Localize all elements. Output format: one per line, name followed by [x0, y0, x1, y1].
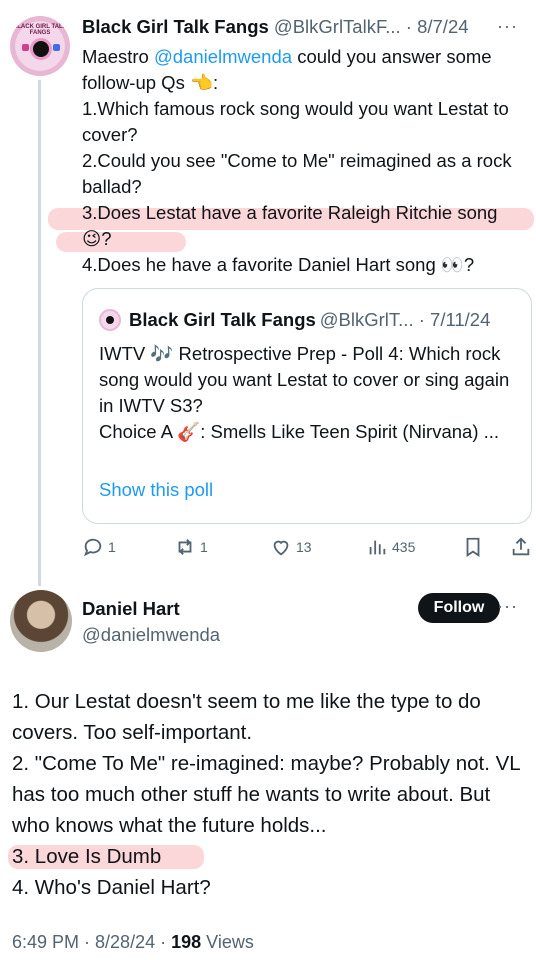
timestamp[interactable]: 6:49 PM · 8/28/24 ·: [12, 932, 171, 952]
like-icon: [273, 540, 289, 556]
tweet-header: Black Girl Talk Fangs @BlkGrlTalkF... · …: [82, 16, 469, 38]
reply-icon: [83, 538, 102, 557]
like-count: 13: [296, 539, 312, 555]
show-poll-link[interactable]: Show this poll: [99, 479, 213, 501]
highlight-mark: [56, 232, 186, 252]
quoted-header: Black Girl Talk Fangs @BlkGrlT... · 7/11…: [99, 309, 490, 331]
share-button[interactable]: [510, 536, 532, 558]
reply-count: 1: [108, 539, 116, 555]
views-count: 198: [171, 932, 202, 952]
more-options-icon[interactable]: ···: [497, 596, 518, 617]
like-button[interactable]: 13: [270, 536, 312, 558]
reply-button[interactable]: 1: [82, 536, 116, 558]
tweet-date[interactable]: · 8/7/24: [406, 16, 469, 37]
mention-link[interactable]: @danielmwenda: [154, 46, 292, 67]
bookmark-button[interactable]: [462, 536, 484, 558]
retweet-count: 1: [200, 539, 208, 555]
avatar[interactable]: [10, 590, 72, 652]
views-label: Views: [201, 932, 254, 952]
share-icon: [512, 537, 530, 556]
quoted-tweet-card[interactable]: Black Girl Talk Fangs @BlkGrlT... · 7/11…: [82, 288, 532, 524]
views-button[interactable]: 435: [366, 536, 415, 558]
author-handle[interactable]: @BlkGrlTalkF...: [274, 16, 401, 37]
views-count: 435: [392, 539, 416, 555]
avatar[interactable]: BLACK GIRL TALK FANGS: [10, 16, 70, 76]
tweet-metadata: 6:49 PM · 8/28/24 · 198 Views: [12, 932, 254, 953]
retweet-button[interactable]: 1: [174, 536, 208, 558]
thread-connector-line: [38, 80, 41, 586]
bookmark-icon: [466, 537, 480, 557]
reply-text: 1. Our Lestat doesn't seem to me like th…: [8, 686, 527, 903]
retweet-icon: [178, 539, 192, 555]
tweet-text: Maestro @danielmwenda could you answer s…: [48, 44, 534, 278]
follow-button[interactable]: Follow: [418, 593, 500, 623]
quoted-text: IWTV 🎶 Retrospective Prep - Poll 4: Whic…: [99, 343, 510, 442]
quoted-author-name: Black Girl Talk Fangs: [129, 309, 316, 330]
reply-author-name[interactable]: Daniel Hart: [82, 598, 180, 620]
avatar-logo-text: BLACK GIRL TALK FANGS: [12, 24, 68, 36]
more-options-icon[interactable]: ···: [497, 16, 518, 37]
avatar: [99, 309, 121, 331]
reply-author-handle[interactable]: @danielmwenda: [82, 624, 220, 646]
quoted-handle-date: @BlkGrlT... · 7/11/24: [319, 309, 491, 330]
author-name[interactable]: Black Girl Talk Fangs: [82, 16, 269, 37]
action-bar: 1 1 13 435: [82, 536, 532, 560]
views-icon: [369, 540, 386, 555]
